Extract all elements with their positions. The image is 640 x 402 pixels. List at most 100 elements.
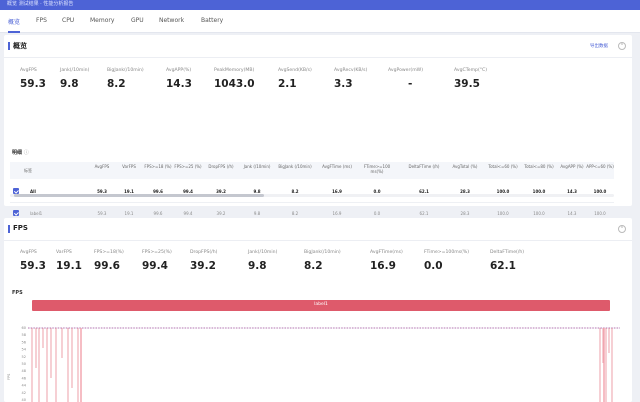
- table-cell: 0.0: [373, 211, 381, 216]
- tab-battery[interactable]: Battery: [201, 17, 223, 24]
- table-cell: 62.1: [419, 211, 429, 216]
- y-tick-label: 44: [22, 384, 27, 388]
- label-bar-text: label1: [314, 302, 328, 307]
- metric-value: 2.1: [278, 78, 297, 90]
- row-checkbox[interactable]: [13, 210, 19, 216]
- fps-chart: 60 58 56 54 52 50 48 46 44 42 40 FPS: [7, 326, 620, 402]
- table-header-cell[interactable]: AvgFPS: [88, 164, 116, 169]
- table-header-cell[interactable]: VarFPS: [116, 164, 142, 169]
- table-header-cell[interactable]: Total<=60 (%): [488, 164, 518, 169]
- y-tick-label: 46: [22, 376, 26, 380]
- table-cell: 39.2: [216, 211, 226, 216]
- metric-label: VarFPS: [56, 250, 72, 255]
- tab-fps[interactable]: FPS: [36, 17, 47, 24]
- metric-label: Jank(/10min): [60, 68, 90, 73]
- table-header-cell[interactable]: Jank (/10min): [242, 164, 272, 169]
- chevron-up-icon[interactable]: ⌃: [618, 225, 626, 233]
- metric-avgapp: AvgAPP(%) 14.3: [166, 68, 192, 90]
- table-header-cell[interactable]: AvgTotal (%): [450, 164, 480, 169]
- chevron-up-icon[interactable]: ⌃: [618, 42, 626, 50]
- metric-label: DeltaFTime(/h): [490, 250, 525, 255]
- metric-value: 59.3: [20, 260, 46, 272]
- metric-value: 99.6: [94, 260, 120, 272]
- metric-value: 14.3: [166, 78, 192, 90]
- table-cell: 100.0: [497, 211, 509, 216]
- table-header-cell[interactable]: DropFPS (/h): [206, 164, 236, 169]
- y-tick-label: 40: [22, 398, 26, 402]
- fps-chart-title: FPS: [12, 290, 23, 296]
- metric-ftime100: FTime>=100ms(%) 0.0: [424, 250, 469, 272]
- metric-avgfps: AvgFPS 59.3: [20, 68, 46, 90]
- table-cell: 99.6: [153, 211, 163, 216]
- metric-value: 1043.0: [214, 78, 255, 90]
- tab-cpu[interactable]: CPU: [62, 17, 74, 24]
- table-header-cell[interactable]: BigJank (/10min): [278, 164, 312, 169]
- export-button[interactable]: 导出数据: [590, 43, 608, 49]
- metric-value: 62.1: [490, 260, 516, 272]
- right-jank-cluster: [599, 328, 613, 402]
- metric-label: AvgSend(KB/s): [278, 68, 312, 73]
- metric-value: -: [408, 78, 413, 90]
- metric-avgpower: AvgPower(mW) -: [388, 68, 423, 90]
- metric-deltaftime: DeltaFTime(/h) 62.1: [490, 250, 524, 272]
- table-cell: 8.2: [291, 211, 299, 216]
- tab-network[interactable]: Network: [159, 17, 184, 24]
- metric-bigjank: BigJank(/10min) 8.2: [304, 250, 341, 272]
- table-header: 标签 AvgFPS VarFPS FPS>=18 (%) FPS>=25 (%)…: [10, 162, 614, 179]
- metric-value: 39.5: [454, 78, 480, 90]
- metric-value: 0.0: [424, 260, 443, 272]
- metric-avgfps: AvgFPS 59.3: [20, 250, 46, 272]
- tab-gpu[interactable]: GPU: [131, 17, 144, 24]
- table-cell: 16.9: [332, 211, 342, 216]
- metric-jank: Jank(/10min) 9.8: [248, 250, 277, 272]
- section-marker: [8, 225, 10, 233]
- table-header-cell[interactable]: Total<=80 (%): [524, 164, 554, 169]
- metric-value: 3.3: [334, 78, 353, 90]
- metric-avgftime: AvgFTime(ms) 16.9: [370, 250, 403, 272]
- table-scrollbar[interactable]: [10, 193, 614, 198]
- overview-header: 概览 导出数据 ⌃: [4, 35, 632, 58]
- metric-jank: Jank(/10min) 9.8: [60, 68, 89, 90]
- table-header-cell[interactable]: 标签: [24, 168, 52, 173]
- metric-value: 9.8: [60, 78, 79, 90]
- y-axis: 60 58 56 54 52 50 48 46 44 42 40: [22, 326, 27, 402]
- table-header-cell[interactable]: FPS>=18 (%): [144, 164, 172, 169]
- metric-label: FPS>=18(%): [94, 250, 124, 255]
- overview-card: 概览 导出数据 ⌃ AvgFPS 59.3 Jank(/10min) 9.8 Big…: [4, 35, 632, 225]
- metric-label: BigJank(/10min): [107, 68, 144, 73]
- table-header-cell[interactable]: DeltaFTime (/h): [408, 164, 440, 169]
- metric-label: AvgFPS: [20, 250, 37, 255]
- label-bar[interactable]: label1: [32, 300, 610, 311]
- y-tick-label: 58: [22, 333, 26, 337]
- metric-peakmemory: PeakMemory(MB) 1043.0: [214, 68, 255, 90]
- overview-title: 概览: [13, 42, 27, 50]
- metric-avgctemp: AvgCTemp(°C) 39.5: [454, 68, 487, 90]
- table-cell: 99.4: [183, 211, 193, 216]
- details-label: 明细 ⓘ: [12, 149, 29, 156]
- table-header-cell[interactable]: FPS>=25 (%): [174, 164, 202, 169]
- table-header-cell[interactable]: AvgAPP (%): [560, 164, 584, 169]
- metric-value: 39.2: [190, 260, 216, 272]
- metric-label: AvgFTime(ms): [370, 250, 403, 255]
- y-tick-label: 50: [22, 362, 26, 366]
- metric-avgrecv: AvgRecv(KB/s) 3.3: [334, 68, 367, 90]
- metric-value: 19.1: [56, 260, 82, 272]
- metric-value: 8.2: [304, 260, 323, 272]
- metric-value: 9.8: [248, 260, 267, 272]
- table-header-cell[interactable]: FTime>=100 ms(%): [360, 164, 394, 174]
- scrollbar-thumb[interactable]: [14, 194, 264, 197]
- metric-value: 8.2: [107, 78, 126, 90]
- metric-value: 99.4: [142, 260, 168, 272]
- fps-header: FPS ⌃: [4, 218, 632, 241]
- tab-overview[interactable]: 概览: [8, 17, 21, 33]
- tab-memory[interactable]: Memory: [90, 17, 114, 24]
- table-header-cell[interactable]: AvgFTime (ms): [322, 164, 352, 169]
- metric-dropfps: DropFPS(/h) 39.2: [190, 250, 217, 272]
- table-header-cell[interactable]: APP<=60 (%): [586, 164, 614, 169]
- fps-title: FPS: [13, 224, 28, 232]
- metric-label: FPS>=25(%): [142, 250, 172, 255]
- metric-label: FTime>=100ms(%): [424, 250, 470, 255]
- y-tick-label: 42: [22, 391, 26, 395]
- metric-label: AvgRecv(KB/s): [334, 68, 368, 73]
- metric-label: PeakMemory(MB): [214, 68, 255, 73]
